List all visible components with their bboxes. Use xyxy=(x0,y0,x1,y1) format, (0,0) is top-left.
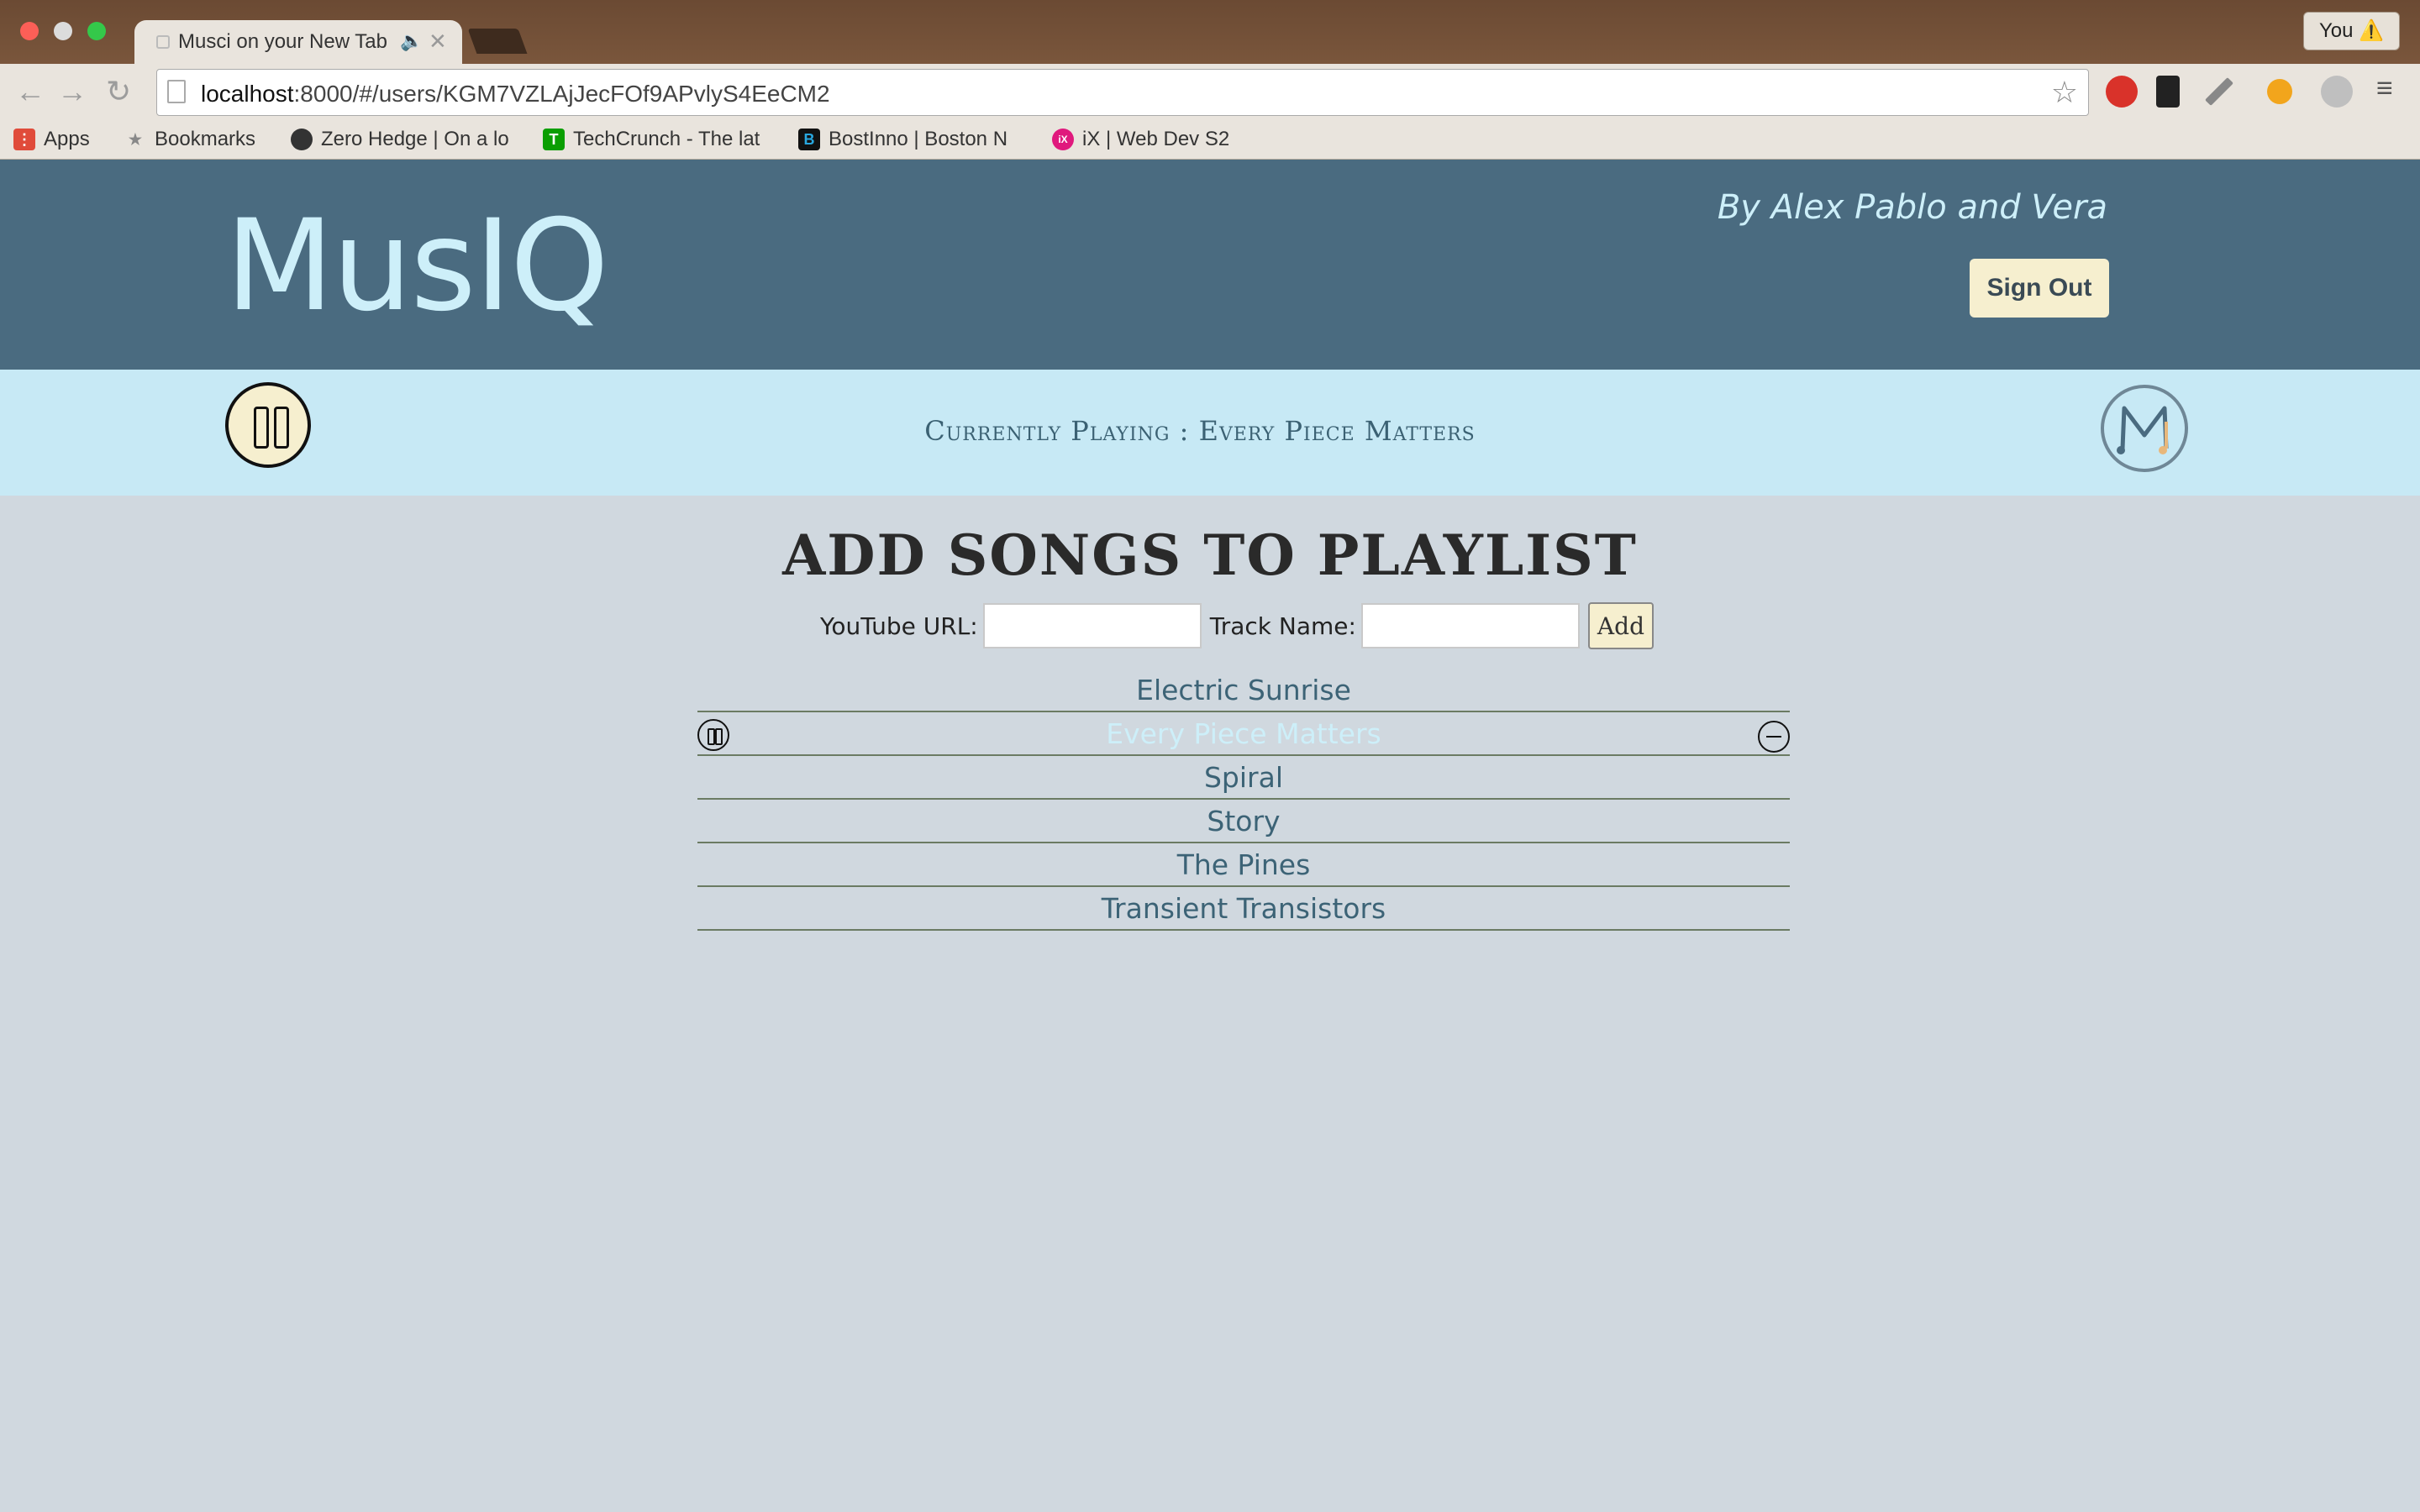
ix-icon: iX xyxy=(1052,129,1074,150)
playlist-item[interactable]: Electric Sunrise xyxy=(697,669,1790,712)
tab-audio-icon[interactable]: 🔈 xyxy=(400,30,423,52)
bookmark-apps[interactable]: ⋮ Apps xyxy=(13,128,90,151)
m-extension-icon[interactable] xyxy=(2321,76,2353,108)
address-url[interactable]: localhost:8000/#/users/KGM7VZLAjJecFOf9A… xyxy=(201,81,830,108)
bookmark-ix[interactable]: iX iX | Web Dev S2 xyxy=(1052,128,1229,151)
app-header: MusIQ By Alex Pablo and Vera Sign Out xyxy=(0,160,2420,370)
add-songs-heading: ADD SONGS TO PLAYLIST xyxy=(782,522,1638,588)
track-name[interactable]: Transient Transistors xyxy=(1102,892,1386,925)
sign-out-button[interactable]: Sign Out xyxy=(1970,259,2109,318)
track-name[interactable]: Electric Sunrise xyxy=(1136,674,1351,706)
window-close-button[interactable] xyxy=(20,22,39,40)
playlist: Electric Sunrise Every Piece Matters Spi… xyxy=(697,669,1790,931)
browser-tab-active[interactable]: Musci on your New Tab 🔈 ✕ xyxy=(134,20,462,64)
youtube-url-label: YouTube URL: xyxy=(820,612,978,640)
techcrunch-icon: T xyxy=(543,129,565,150)
track-name[interactable]: The Pines xyxy=(1177,848,1311,881)
browser-toolbar: ← → ↻ localhost:8000/#/users/KGM7VZLAjJe… xyxy=(0,64,2420,121)
app-logo[interactable]: MusIQ xyxy=(225,193,609,339)
star-icon: ★ xyxy=(128,131,143,148)
tab-close-icon[interactable]: ✕ xyxy=(429,29,447,55)
playlist-item[interactable]: Spiral xyxy=(697,756,1790,800)
apps-grid-icon: ⋮ xyxy=(13,129,35,150)
pen-extension-icon[interactable] xyxy=(2205,77,2233,106)
fire-extension-icon[interactable] xyxy=(2267,79,2292,104)
playlist-item[interactable]: The Pines xyxy=(697,843,1790,887)
zerohedge-icon xyxy=(291,129,313,150)
bookmark-bostinno[interactable]: B BostInno | Boston N xyxy=(798,128,1007,151)
bookmark-techcrunch[interactable]: T TechCrunch - The lat xyxy=(543,128,760,151)
adblock-extension-icon[interactable] xyxy=(2106,76,2138,108)
add-song-button[interactable]: Add xyxy=(1587,602,1654,649)
page-favicon-icon xyxy=(156,35,170,49)
menu-hamburger-icon[interactable]: ≡ xyxy=(2376,72,2393,105)
bookmark-folder[interactable]: ★ Bookmarks xyxy=(124,128,255,151)
window-zoom-button[interactable] xyxy=(87,22,106,40)
bookmark-zerohedge[interactable]: Zero Hedge | On a lo xyxy=(291,128,509,151)
track-name-label: Track Name: xyxy=(1209,612,1356,640)
forward-arrow-icon[interactable]: → xyxy=(57,74,87,109)
remove-track-icon[interactable] xyxy=(1758,721,1790,753)
new-tab-button[interactable] xyxy=(467,29,528,54)
music-note-logo-icon[interactable] xyxy=(2101,385,2188,472)
bookmarks-bar: ⋮ Apps ★ Bookmarks Zero Hedge | On a lo … xyxy=(0,121,2420,160)
track-pause-icon[interactable] xyxy=(697,719,729,751)
reload-icon[interactable]: ↻ xyxy=(106,74,131,109)
playlist-item[interactable]: Story xyxy=(697,800,1790,843)
back-arrow-icon[interactable]: ← xyxy=(15,74,45,109)
profile-button[interactable]: You ⚠️ xyxy=(2302,12,2400,50)
track-name-input[interactable] xyxy=(1360,603,1580,648)
now-playing-bar: Currently Playing : Every Piece Matters xyxy=(0,370,2420,496)
tab-title: Musci on your New Tab xyxy=(178,30,387,53)
ninja-extension-icon[interactable] xyxy=(2156,76,2180,108)
browser-chrome: Musci on your New Tab 🔈 ✕ You ⚠️ ← → ↻ l… xyxy=(0,0,2420,160)
track-name[interactable]: Story xyxy=(1207,805,1280,837)
bookmark-star-icon[interactable]: ☆ xyxy=(2051,75,2078,110)
youtube-url-input[interactable] xyxy=(982,603,1202,648)
window-minimize-button[interactable] xyxy=(54,22,72,40)
track-name[interactable]: Spiral xyxy=(1204,761,1283,794)
track-name[interactable]: Every Piece Matters xyxy=(1106,717,1381,750)
add-song-form: YouTube URL: Track Name: Add xyxy=(820,601,1654,650)
bostinno-icon: B xyxy=(798,129,820,150)
playlist-item[interactable]: Transient Transistors xyxy=(697,887,1790,931)
author-byline: By Alex Pablo and Vera xyxy=(1717,188,2107,227)
now-playing-text: Currently Playing : Every Piece Matters xyxy=(924,415,1476,447)
playlist-item-playing[interactable]: Every Piece Matters xyxy=(697,712,1790,756)
address-bar[interactable]: localhost:8000/#/users/KGM7VZLAjJecFOf9A… xyxy=(156,69,2089,116)
page-icon xyxy=(167,80,186,103)
